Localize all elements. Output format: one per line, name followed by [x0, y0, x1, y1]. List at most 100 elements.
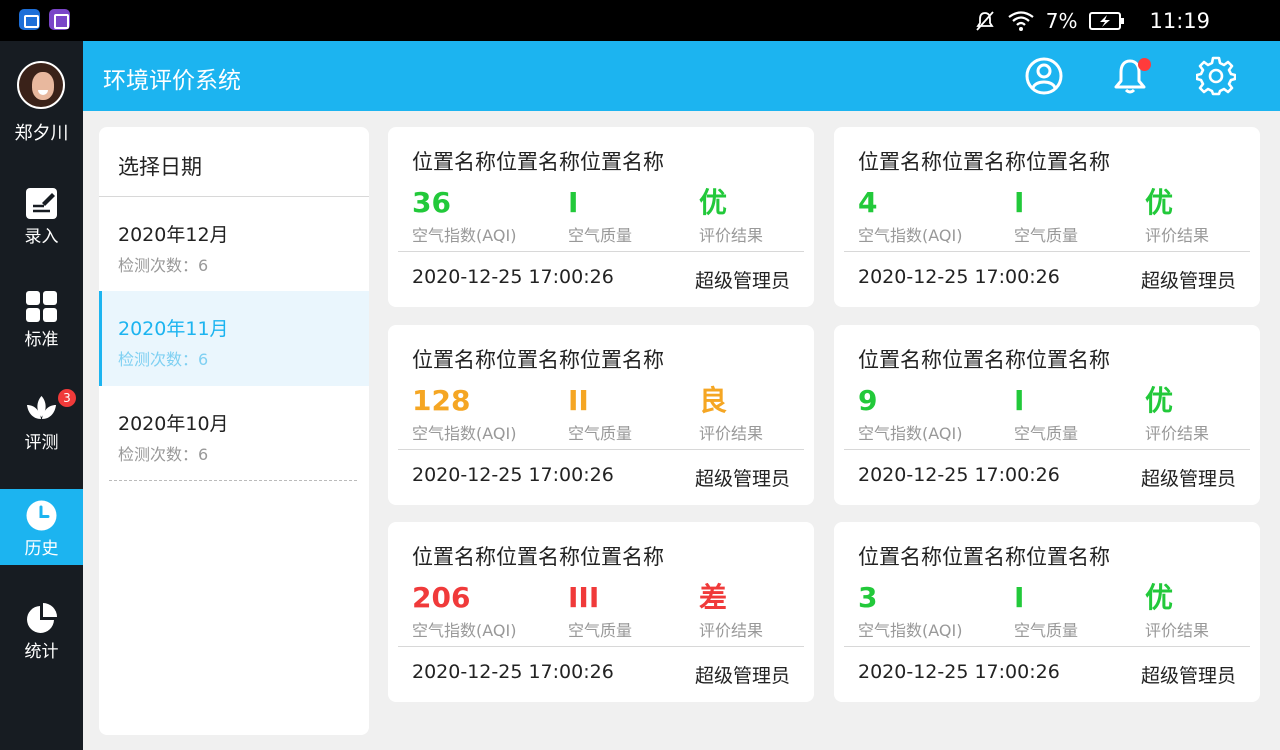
- date-count: 检测次数：6: [118, 256, 209, 275]
- user-profile-icon[interactable]: [1024, 56, 1064, 96]
- record-card[interactable]: 位置名称位置名称位置名称 3 空气指数(AQI) I 空气质量 优评价结果 2020…: [834, 522, 1260, 702]
- evaluation-result: 优: [1145, 581, 1174, 614]
- result-label: 评价结果: [1145, 226, 1210, 245]
- notifications-button[interactable]: [1110, 56, 1151, 96]
- aqi-value: 4: [858, 186, 878, 219]
- clock-time: 11:19: [1149, 8, 1210, 33]
- record-operator: 超级管理员: [694, 468, 790, 490]
- quality-label: 空气质量: [1014, 424, 1079, 443]
- quality-label: 空气质量: [1014, 226, 1079, 245]
- nav-label: 评测: [24, 433, 59, 453]
- nav-label: 历史: [24, 539, 59, 559]
- location-name: 位置名称位置名称位置名称: [858, 348, 1110, 372]
- battery-charging-icon: [1089, 11, 1125, 30]
- air-quality-level: I: [1014, 186, 1025, 219]
- record-operator: 超级管理员: [1140, 468, 1236, 490]
- aqi-label: 空气指数(AQI): [412, 226, 517, 245]
- date-panel: 选择日期 2020年12月 检测次数：6 2020年11月 检测次数：6 202…: [99, 127, 369, 735]
- record-time: 2020-12-25 17:00:26: [858, 661, 1060, 683]
- aqi-label: 空气指数(AQI): [858, 621, 963, 640]
- result-label: 评价结果: [699, 226, 764, 245]
- quality-label: 空气质量: [568, 621, 633, 640]
- location-name: 位置名称位置名称位置名称: [412, 150, 664, 174]
- quality-label: 空气质量: [568, 226, 633, 245]
- aqi-label: 空气指数(AQI): [412, 424, 517, 443]
- gallery-notification-icon: [49, 9, 70, 30]
- record-card[interactable]: 位置名称位置名称位置名称 206 空气指数(AQI) III 空气质量 差评价结果 …: [388, 522, 814, 702]
- record-time: 2020-12-25 17:00:26: [412, 464, 614, 486]
- date-month: 2020年12月: [118, 224, 229, 246]
- aqi-value: 9: [858, 384, 878, 417]
- status-bar: 7% 11:19: [0, 0, 1280, 41]
- result-label: 评价结果: [1145, 621, 1210, 640]
- location-name: 位置名称位置名称位置名称: [858, 545, 1110, 569]
- aqi-label: 空气指数(AQI): [412, 621, 517, 640]
- aqi-value: 36: [412, 186, 451, 219]
- nav-item-statistics[interactable]: 统计: [0, 592, 83, 668]
- air-quality-level: I: [1014, 384, 1025, 417]
- air-quality-level: I: [1014, 581, 1025, 614]
- date-count: 检测次数：6: [118, 445, 209, 464]
- notification-dot: [1138, 58, 1151, 71]
- date-item[interactable]: 2020年10月 检测次数：6: [99, 386, 369, 481]
- air-quality-level: I: [568, 186, 579, 219]
- record-time: 2020-12-25 17:00:26: [858, 266, 1060, 288]
- record-card[interactable]: 位置名称位置名称位置名称 36 空气指数(AQI) I 空气质量 优评价结果 202…: [388, 127, 814, 307]
- aqi-label: 空气指数(AQI): [858, 424, 963, 443]
- result-label: 评价结果: [699, 621, 764, 640]
- air-quality-level: II: [568, 384, 589, 417]
- battery-percent: 7%: [1045, 8, 1078, 33]
- air-quality-level: III: [568, 581, 600, 614]
- pie-chart-icon: [27, 603, 57, 633]
- record-card[interactable]: 位置名称位置名称位置名称 4 空气指数(AQI) I 空气质量 优评价结果 2020…: [834, 127, 1260, 307]
- record-card[interactable]: 位置名称位置名称位置名称 128 空气指数(AQI) II 空气质量 良评价结果 2…: [388, 325, 814, 505]
- app-header: 环境评价系统: [83, 41, 1280, 111]
- aqi-value: 206: [412, 581, 471, 614]
- divider: [844, 449, 1250, 450]
- nav-item-entry[interactable]: 录入: [0, 177, 83, 253]
- left-nav: 郑夕川 录入 标准 3 评测 历史 统计: [0, 41, 83, 750]
- location-name: 位置名称位置名称位置名称: [412, 348, 664, 372]
- date-item[interactable]: 2020年12月 检测次数：6: [99, 197, 369, 292]
- nav-item-evaluate[interactable]: 3 评测: [0, 383, 83, 459]
- divider: [398, 646, 804, 647]
- aqi-label: 空气指数(AQI): [858, 226, 963, 245]
- lotus-icon: [27, 396, 56, 419]
- evaluation-result: 差: [699, 581, 728, 614]
- date-item-selected[interactable]: 2020年11月 检测次数：6: [99, 291, 369, 386]
- clock-icon: [26, 500, 57, 531]
- record-time: 2020-12-25 17:00:26: [858, 464, 1060, 486]
- app-notification-icon: [19, 9, 40, 30]
- date-count: 检测次数：6: [118, 350, 209, 369]
- date-panel-title: 选择日期: [118, 155, 202, 179]
- divider: [844, 646, 1250, 647]
- dashed-divider: [109, 480, 357, 481]
- record-operator: 超级管理员: [1140, 270, 1236, 292]
- evaluation-result: 优: [1145, 384, 1174, 417]
- wifi-icon: [1008, 10, 1034, 31]
- app-title: 环境评价系统: [103, 68, 241, 94]
- user-name: 郑夕川: [14, 123, 69, 144]
- result-label: 评价结果: [1145, 424, 1210, 443]
- record-card[interactable]: 位置名称位置名称位置名称 9 空气指数(AQI) I 空气质量 优评价结果 2020…: [834, 325, 1260, 505]
- avatar[interactable]: [17, 61, 65, 109]
- notification-badge: 3: [58, 389, 76, 407]
- record-operator: 超级管理员: [694, 665, 790, 687]
- mute-icon: [976, 10, 994, 31]
- evaluation-result: 优: [1145, 186, 1174, 219]
- evaluation-result: 优: [699, 186, 728, 219]
- location-name: 位置名称位置名称位置名称: [858, 150, 1110, 174]
- settings-gear-icon[interactable]: [1196, 56, 1236, 96]
- record-time: 2020-12-25 17:00:26: [412, 266, 614, 288]
- divider: [844, 251, 1250, 252]
- nav-item-standard[interactable]: 标准: [0, 280, 83, 356]
- nav-label: 录入: [24, 227, 59, 247]
- location-name: 位置名称位置名称位置名称: [412, 545, 664, 569]
- quality-label: 空气质量: [568, 424, 633, 443]
- nav-label: 标准: [24, 330, 59, 350]
- aqi-value: 3: [858, 581, 878, 614]
- divider: [398, 251, 804, 252]
- nav-item-history[interactable]: 历史: [0, 489, 83, 565]
- nav-label: 统计: [24, 642, 59, 662]
- grid-icon: [26, 291, 57, 322]
